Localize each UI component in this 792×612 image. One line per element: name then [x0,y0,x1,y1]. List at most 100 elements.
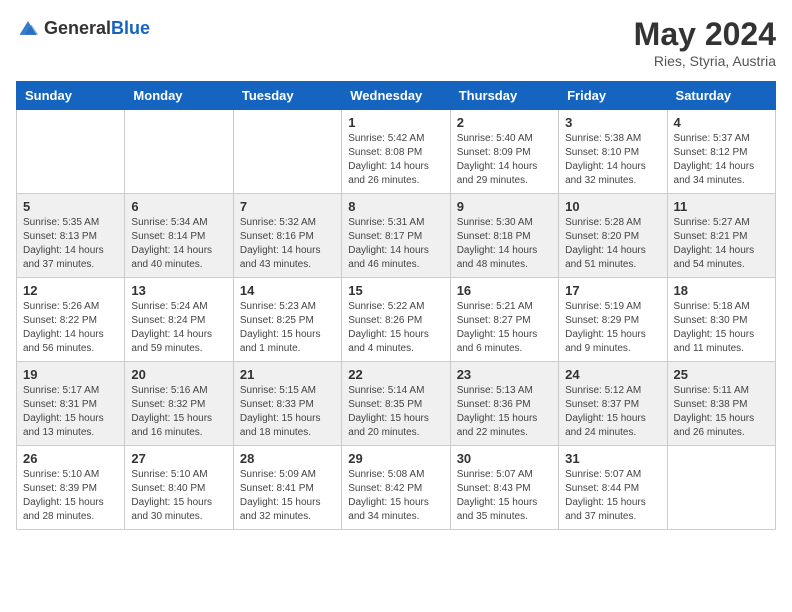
day-info: Sunrise: 5:26 AMSunset: 8:22 PMDaylight:… [23,300,118,356]
day-number: 11 [674,199,769,214]
logo: GeneralBlue [16,16,150,40]
day-number: 21 [240,367,335,382]
day-number: 16 [457,283,552,298]
day-info: Sunrise: 5:35 AMSunset: 8:13 PMDaylight:… [23,216,118,272]
calendar-cell: 26 Sunrise: 5:10 AMSunset: 8:39 PMDayligh… [17,446,125,530]
calendar-cell: 21 Sunrise: 5:15 AMSunset: 8:33 PMDayligh… [233,362,341,446]
day-info: Sunrise: 5:10 AMSunset: 8:39 PMDaylight:… [23,468,118,524]
day-info: Sunrise: 5:19 AMSunset: 8:29 PMDaylight:… [565,300,660,356]
day-number: 26 [23,451,118,466]
day-number: 1 [348,115,443,130]
calendar-header: SundayMondayTuesdayWednesdayThursdayFrid… [17,82,776,110]
day-number: 2 [457,115,552,130]
day-number: 25 [674,367,769,382]
day-info: Sunrise: 5:42 AMSunset: 8:08 PMDaylight:… [348,132,443,188]
day-number: 20 [131,367,226,382]
day-number: 27 [131,451,226,466]
day-info: Sunrise: 5:07 AMSunset: 8:44 PMDaylight:… [565,468,660,524]
day-number: 31 [565,451,660,466]
day-number: 15 [348,283,443,298]
day-info: Sunrise: 5:21 AMSunset: 8:27 PMDaylight:… [457,300,552,356]
day-info: Sunrise: 5:23 AMSunset: 8:25 PMDaylight:… [240,300,335,356]
header-thursday: Thursday [450,82,558,110]
day-info: Sunrise: 5:12 AMSunset: 8:37 PMDaylight:… [565,384,660,440]
calendar-cell [667,446,775,530]
logo-general: General [44,18,111,38]
title-block: May 2024 Ries, Styria, Austria [634,16,776,69]
day-number: 14 [240,283,335,298]
calendar-cell: 27 Sunrise: 5:10 AMSunset: 8:40 PMDayligh… [125,446,233,530]
day-info: Sunrise: 5:15 AMSunset: 8:33 PMDaylight:… [240,384,335,440]
day-number: 5 [23,199,118,214]
calendar-cell [233,110,341,194]
calendar-cell: 10Sunrise: 5:28 AMSunset: 8:20 PMDayligh… [559,194,667,278]
day-number: 30 [457,451,552,466]
day-info: Sunrise: 5:10 AMSunset: 8:40 PMDaylight:… [131,468,226,524]
day-number: 9 [457,199,552,214]
day-info: Sunrise: 5:17 AMSunset: 8:31 PMDaylight:… [23,384,118,440]
calendar-cell: 9 Sunrise: 5:30 AMSunset: 8:18 PMDaylight… [450,194,558,278]
header-wednesday: Wednesday [342,82,450,110]
day-number: 10 [565,199,660,214]
calendar-cell: 15 Sunrise: 5:22 AMSunset: 8:26 PMDayligh… [342,278,450,362]
day-number: 8 [348,199,443,214]
calendar-cell: 14 Sunrise: 5:23 AMSunset: 8:25 PMDayligh… [233,278,341,362]
day-number: 19 [23,367,118,382]
header-row: SundayMondayTuesdayWednesdayThursdayFrid… [17,82,776,110]
calendar-cell: 13Sunrise: 5:24 AMSunset: 8:24 PMDayligh… [125,278,233,362]
calendar-cell [17,110,125,194]
day-number: 24 [565,367,660,382]
header-monday: Monday [125,82,233,110]
calendar-cell: 2 Sunrise: 5:40 AMSunset: 8:09 PMDaylight… [450,110,558,194]
calendar-cell: 3Sunrise: 5:38 AMSunset: 8:10 PMDaylight… [559,110,667,194]
logo-blue: Blue [111,18,150,38]
day-info: Sunrise: 5:24 AMSunset: 8:24 PMDaylight:… [131,300,226,356]
day-info: Sunrise: 5:11 AMSunset: 8:38 PMDaylight:… [674,384,769,440]
page-header: GeneralBlue May 2024 Ries, Styria, Austr… [16,16,776,69]
day-info: Sunrise: 5:38 AMSunset: 8:10 PMDaylight:… [565,132,660,188]
calendar-cell: 28 Sunrise: 5:09 AMSunset: 8:41 PMDayligh… [233,446,341,530]
calendar-cell: 24 Sunrise: 5:12 AMSunset: 8:37 PMDayligh… [559,362,667,446]
calendar-cell [125,110,233,194]
calendar-cell: 17 Sunrise: 5:19 AMSunset: 8:29 PMDayligh… [559,278,667,362]
day-number: 28 [240,451,335,466]
calendar-cell: 5 Sunrise: 5:35 AMSunset: 8:13 PMDaylight… [17,194,125,278]
day-number: 6 [131,199,226,214]
calendar-location: Ries, Styria, Austria [634,53,776,69]
calendar-week-1: 1 Sunrise: 5:42 AMSunset: 8:08 PMDaylight… [17,110,776,194]
calendar-cell: 20 Sunrise: 5:16 AMSunset: 8:32 PMDayligh… [125,362,233,446]
calendar-week-3: 12Sunrise: 5:26 AMSunset: 8:22 PMDayligh… [17,278,776,362]
day-info: Sunrise: 5:40 AMSunset: 8:09 PMDaylight:… [457,132,552,188]
calendar-week-2: 5 Sunrise: 5:35 AMSunset: 8:13 PMDaylight… [17,194,776,278]
logo-text: GeneralBlue [44,18,150,39]
header-tuesday: Tuesday [233,82,341,110]
logo-icon [16,16,40,40]
calendar-cell: 16 Sunrise: 5:21 AMSunset: 8:27 PMDayligh… [450,278,558,362]
day-info: Sunrise: 5:14 AMSunset: 8:35 PMDaylight:… [348,384,443,440]
day-info: Sunrise: 5:22 AMSunset: 8:26 PMDaylight:… [348,300,443,356]
day-info: Sunrise: 5:16 AMSunset: 8:32 PMDaylight:… [131,384,226,440]
day-info: Sunrise: 5:07 AMSunset: 8:43 PMDaylight:… [457,468,552,524]
calendar-cell: 11Sunrise: 5:27 AMSunset: 8:21 PMDayligh… [667,194,775,278]
calendar-week-5: 26 Sunrise: 5:10 AMSunset: 8:39 PMDayligh… [17,446,776,530]
day-info: Sunrise: 5:09 AMSunset: 8:41 PMDaylight:… [240,468,335,524]
day-info: Sunrise: 5:34 AMSunset: 8:14 PMDaylight:… [131,216,226,272]
day-number: 29 [348,451,443,466]
calendar-title: May 2024 [634,16,776,53]
day-number: 7 [240,199,335,214]
day-info: Sunrise: 5:30 AMSunset: 8:18 PMDaylight:… [457,216,552,272]
calendar-cell: 29Sunrise: 5:08 AMSunset: 8:42 PMDayligh… [342,446,450,530]
day-info: Sunrise: 5:37 AMSunset: 8:12 PMDaylight:… [674,132,769,188]
calendar-week-4: 19 Sunrise: 5:17 AMSunset: 8:31 PMDayligh… [17,362,776,446]
day-number: 17 [565,283,660,298]
calendar-cell: 25 Sunrise: 5:11 AMSunset: 8:38 PMDayligh… [667,362,775,446]
calendar-cell: 8Sunrise: 5:31 AMSunset: 8:17 PMDaylight… [342,194,450,278]
header-friday: Friday [559,82,667,110]
calendar-body: 1 Sunrise: 5:42 AMSunset: 8:08 PMDaylight… [17,110,776,530]
calendar-cell: 4Sunrise: 5:37 AMSunset: 8:12 PMDaylight… [667,110,775,194]
header-saturday: Saturday [667,82,775,110]
calendar-cell: 6 Sunrise: 5:34 AMSunset: 8:14 PMDaylight… [125,194,233,278]
day-number: 22 [348,367,443,382]
calendar-table: SundayMondayTuesdayWednesdayThursdayFrid… [16,81,776,530]
calendar-cell: 31 Sunrise: 5:07 AMSunset: 8:44 PMDayligh… [559,446,667,530]
